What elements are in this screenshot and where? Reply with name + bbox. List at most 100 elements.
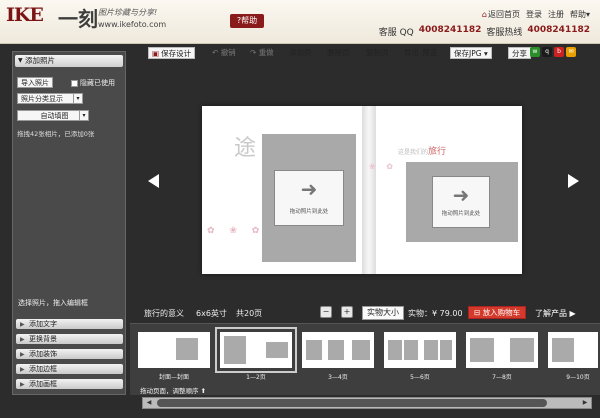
scrollbar-thumb[interactable] [157, 399, 547, 407]
thumbnail-cover[interactable] [138, 332, 210, 368]
hide-used-checkbox[interactable]: 隐藏已使用 [71, 78, 115, 88]
add-page-button[interactable]: 添加页 [289, 47, 312, 59]
book-spine [362, 106, 376, 274]
add-text-tool[interactable]: ▶ 添加文字 [16, 319, 123, 329]
thumb-photo-slot [224, 336, 246, 364]
left-photo-slot[interactable]: ➜ 拖动照片到此处 [262, 134, 356, 262]
zoom-in-icon: + [343, 307, 351, 316]
logo-chinese: 一刻 [58, 7, 98, 31]
export-button[interactable]: 导出 [404, 47, 419, 59]
photo-count-hint: 拖拽42张相片，已添加0张 [17, 130, 95, 138]
zoom-in-button[interactable]: + [341, 306, 353, 318]
next-page-arrow[interactable] [568, 174, 579, 188]
scroll-right-icon[interactable]: ▶ [580, 398, 590, 408]
thumbnail-page-3-4[interactable] [302, 332, 374, 368]
chevron-down-icon: ▾ [483, 49, 488, 58]
arrow-up-icon: ⬆ [200, 387, 207, 395]
chevron-down-icon: ▾ [73, 94, 82, 103]
photo-book-spread: 途 ✿ ❀ ✿ ❀ ❀ ✿ 这是我们的旅行 ➜ 拖动照片到此处 ➜ 拖动照片到此… [202, 106, 522, 274]
weibo-icon[interactable]: b [554, 47, 564, 57]
editor-stage: 途 ✿ ❀ ✿ ❀ ❀ ✿ 这是我们的旅行 ➜ 拖动照片到此处 ➜ 拖动照片到此… [140, 78, 590, 313]
add-decoration-tool[interactable]: ▶ 添加装饰 [16, 349, 123, 359]
slogan: 图片珍藏与分享! [98, 8, 158, 17]
login-link[interactable]: 登录 [526, 9, 542, 20]
thumb-photo-slot [266, 342, 288, 358]
qq-icon[interactable]: q [542, 47, 552, 57]
auto-fill-button[interactable]: 自动填图 ▾ [17, 110, 89, 121]
preview-button[interactable]: 预览 [422, 47, 437, 59]
zoom-out-button[interactable]: − [320, 306, 332, 318]
logo[interactable]: IKE [6, 4, 44, 26]
qq-number: 4008241182 [418, 25, 482, 35]
book-size: 6x6英寸 [196, 309, 227, 318]
help-menu[interactable]: 帮助▾ [570, 9, 590, 20]
thumb-photo-slot [306, 340, 322, 360]
hotline-number: 4008241182 [527, 25, 590, 35]
home-icon: ⌂ [481, 10, 487, 19]
left-panel: ▼ 添加照片 导入照片 隐藏已使用 照片分类显示 ▾ 自动填图 ▾ 拖拽42张相片，已… [12, 51, 126, 395]
thumbnail-label: 封面—封面 [158, 374, 189, 381]
zoom-out-icon: − [322, 307, 330, 316]
thumbnail-scrollbar[interactable]: ◀ ▶ [142, 397, 592, 409]
thumbnail-label: 5—6页 [410, 374, 430, 381]
triangle-right-icon: ▶ [20, 366, 25, 373]
thumb-photo-slot [328, 340, 344, 360]
qq-label: 客服 QQ [378, 28, 414, 38]
thumbnail-page-1-2[interactable] [215, 327, 297, 373]
thumb-photo-slot [388, 340, 402, 360]
photo-placeholder-icon: ➜ [300, 177, 318, 201]
photo-placeholder: ➜ 拖动照片到此处 [274, 170, 344, 226]
thumbnail-label: 1—2页 [246, 374, 266, 381]
copy-page-button[interactable]: 复制页 [366, 47, 389, 59]
right-photo-slot[interactable]: ➜ 拖动照片到此处 [406, 162, 518, 242]
add-photos-header[interactable]: ▼ 添加照片 [15, 55, 123, 67]
page-thumbnails: 封面—封面 1—2页 3—4页 5—6页 7—8页 9—10页 拖动页面，调整顺… [130, 323, 600, 395]
contact-info: 客服 QQ 4008241182 客服热线 4008241182 [379, 25, 590, 38]
triangle-right-icon: ▶ [20, 321, 25, 328]
home-link[interactable]: ⌂返回首页 [482, 9, 520, 20]
thumbnail-page-7-8[interactable] [466, 332, 538, 368]
register-link[interactable]: 注册 [548, 9, 564, 20]
thumbnail-page-5-6[interactable] [384, 332, 456, 368]
hotline-label: 客服热线 [486, 28, 523, 38]
save-jpg-button[interactable]: 保存JPG ▾ [450, 47, 492, 59]
triangle-down-icon: ▼ [18, 57, 23, 64]
redo-button[interactable]: ↷ 重做 [250, 47, 274, 59]
share-button[interactable]: 分享 [508, 47, 531, 59]
help-button[interactable]: ?帮助 [230, 14, 264, 28]
site-url: www.ikefoto.com [98, 20, 167, 29]
mail-icon[interactable]: ✉ [566, 47, 576, 57]
thumbnail-label: 9—10页 [566, 374, 590, 381]
book-name: 旅行的意义 [144, 309, 184, 318]
thumb-photo-slot [404, 340, 418, 360]
thumbnail-page-9-10[interactable] [548, 332, 598, 368]
wechat-icon[interactable]: w [530, 47, 540, 57]
learn-product-link[interactable]: 了解产品 ▶ [535, 308, 576, 319]
info-bar: 旅行的意义 6x6英寸 共20页 − + 实物大小 实物：¥ 79.00 ⊟ 放… [140, 305, 595, 321]
save-design-button[interactable]: ▣ 保存设计 [148, 47, 196, 59]
add-frame-tool[interactable]: ▶ 添加画框 [16, 379, 123, 389]
chevron-down-icon: ▾ [585, 10, 590, 19]
actual-size-button[interactable]: 实物大小 [362, 306, 404, 320]
change-background-tool[interactable]: ▶ 更换背景 [16, 334, 123, 344]
add-to-cart-button[interactable]: ⊟ 放入购物车 [468, 306, 527, 319]
share-icons: w q b ✉ [530, 47, 576, 57]
undo-button[interactable]: ↶ 撤销 [212, 47, 236, 59]
thumbnail-label: 7—8页 [492, 374, 512, 381]
price-label: 实物：¥ 79.00 [408, 309, 463, 318]
import-photos-button[interactable]: 导入照片 [17, 77, 53, 88]
delete-page-button[interactable]: 删除页 [327, 47, 350, 59]
add-border-tool[interactable]: ▶ 添加边框 [16, 364, 123, 374]
redo-icon: ↷ [250, 48, 257, 57]
scroll-left-icon[interactable]: ◀ [144, 398, 154, 408]
triangle-right-icon: ▶ [20, 381, 25, 388]
cart-icon: ⊟ [474, 308, 481, 317]
left-page-title: 途 [234, 136, 257, 161]
thumb-photo-slot [176, 338, 198, 360]
page-count: 共20页 [236, 309, 263, 318]
photo-category-select[interactable]: 照片分类显示 ▾ [17, 93, 83, 104]
thumb-photo-slot [510, 338, 534, 362]
photo-placeholder-icon: ➜ [452, 183, 470, 207]
right-page-title: 这是我们的旅行 [398, 147, 447, 157]
previous-page-arrow[interactable] [148, 174, 159, 188]
